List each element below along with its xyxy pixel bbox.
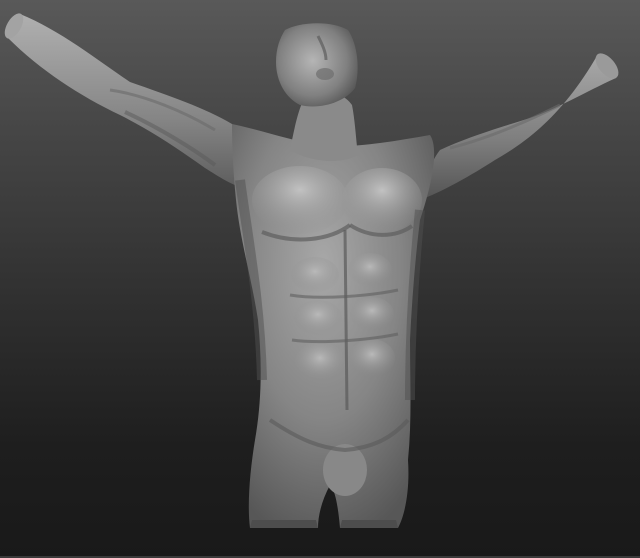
head-shape: [276, 23, 358, 107]
right-pectoral: [342, 168, 422, 232]
left-pectoral: [252, 166, 348, 234]
right-leg-cut: [340, 520, 398, 528]
left-leg-cut: [250, 520, 318, 528]
sculpt-viewport-canvas[interactable]: [0, 0, 640, 558]
mouth: [316, 68, 334, 80]
left-arm: [4, 13, 254, 190]
right-arm: [425, 53, 619, 198]
sculpt-model[interactable]: [0, 0, 640, 558]
torso: [232, 124, 435, 528]
